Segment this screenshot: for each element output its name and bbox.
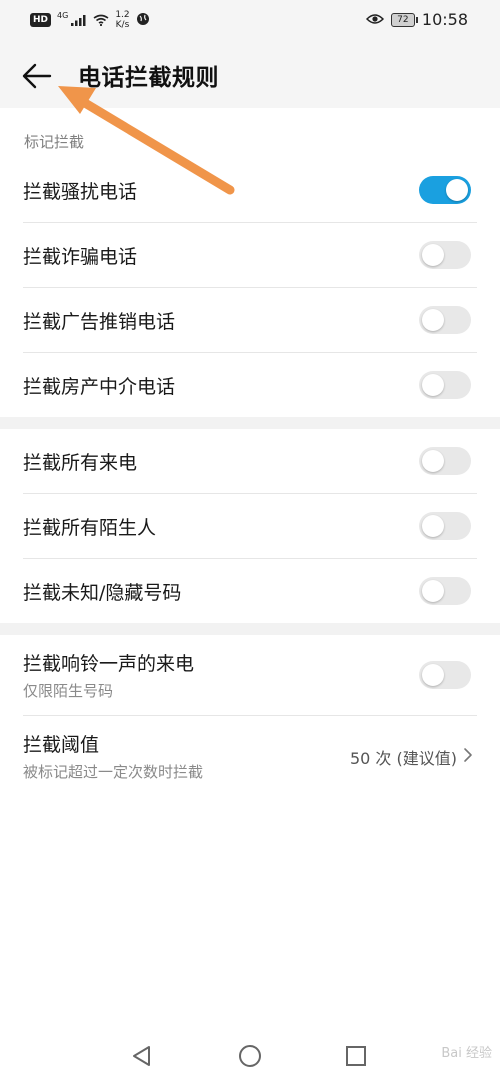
row-label: 拦截阈值 — [23, 734, 100, 756]
toggle-knob — [422, 664, 444, 686]
status-right: 72 10:58 — [365, 10, 468, 29]
toggle-knob — [422, 309, 444, 331]
chevron-right-icon — [463, 747, 473, 767]
row-label: 拦截所有陌生人 — [23, 516, 157, 539]
row-block-real-estate[interactable]: 拦截房产中介电话 — [23, 353, 477, 417]
network-speed: 1.2 K/s — [115, 10, 129, 30]
back-arrow-icon — [20, 63, 56, 98]
row-label: 拦截广告推销电话 — [23, 310, 176, 333]
row-block-ads[interactable]: 拦截广告推销电话 — [23, 288, 477, 353]
page-title: 电话拦截规则 — [78, 65, 219, 91]
globe-icon — [136, 11, 150, 30]
toggle-switch[interactable] — [419, 512, 471, 540]
toggle-switch[interactable] — [419, 577, 471, 605]
circle-home-icon — [236, 1045, 264, 1074]
row-sublabel: 被标记超过一定次数时拦截 — [23, 763, 204, 781]
speed-unit: K/s — [115, 20, 130, 30]
nav-recents-button[interactable] — [342, 1042, 370, 1070]
nav-home-button[interactable] — [236, 1042, 264, 1070]
row-block-fraud[interactable]: 拦截诈骗电话 — [23, 223, 477, 288]
nav-back-button[interactable] — [128, 1042, 156, 1070]
back-button[interactable] — [20, 58, 56, 94]
signal-icon — [71, 11, 87, 30]
threshold-value-group: 50 次 (建议值) — [350, 745, 473, 769]
toggle-knob — [422, 450, 444, 472]
eye-icon — [365, 10, 384, 29]
toggle-knob — [422, 374, 444, 396]
status-left: HD 4G 1.2 K/s — [30, 10, 150, 30]
section-divider — [0, 417, 500, 429]
section-divider — [0, 623, 500, 635]
row-block-ring-once[interactable]: 拦截响铃一声的来电 仅限陌生号码 — [23, 635, 477, 716]
speed-value: 1.2 — [115, 10, 130, 20]
toggle-switch[interactable] — [419, 661, 471, 689]
row-label: 拦截房产中介电话 — [23, 375, 176, 398]
toggle-knob — [422, 244, 444, 266]
toggle-knob — [422, 515, 444, 537]
row-label: 拦截未知/隐藏号码 — [23, 581, 182, 604]
toggle-switch[interactable] — [419, 306, 471, 334]
network-type: 4G — [57, 10, 69, 20]
toggle-switch[interactable] — [419, 241, 471, 269]
settings-content: 标记拦截 拦截骚扰电话 拦截诈骗电话 拦截广告推销电话 拦截房产中介电话 拦截所… — [0, 108, 500, 796]
toggle-knob — [422, 580, 444, 602]
square-recents-icon — [342, 1046, 370, 1074]
row-block-strangers[interactable]: 拦截所有陌生人 — [23, 494, 477, 559]
toggle-switch[interactable] — [419, 176, 471, 204]
watermark: Bai 经验 — [441, 1046, 492, 1061]
row-label: 拦截响铃一声的来电 — [23, 653, 195, 675]
row-block-threshold[interactable]: 拦截阈值 被标记超过一定次数时拦截 50 次 (建议值) — [23, 716, 477, 796]
row-label: 拦截诈骗电话 — [23, 245, 138, 268]
toggle-knob — [446, 179, 468, 201]
triangle-back-icon — [128, 1046, 156, 1074]
battery-indicator: 72 — [390, 12, 418, 27]
hd-badge: HD — [30, 13, 52, 27]
app-bar: 电话拦截规则 — [0, 42, 500, 108]
clock: 10:58 — [421, 10, 468, 29]
row-block-all-calls[interactable]: 拦截所有来电 — [23, 429, 477, 494]
row-block-harassment[interactable]: 拦截骚扰电话 — [23, 158, 477, 223]
row-label: 拦截所有来电 — [23, 451, 138, 474]
toggle-switch[interactable] — [419, 371, 471, 399]
row-block-unknown-numbers[interactable]: 拦截未知/隐藏号码 — [23, 559, 477, 623]
toggle-switch[interactable] — [419, 447, 471, 475]
screen: HD 4G 1.2 K/s 72 10:58 电话拦截规则 标记拦截 拦截骚扰电… — [0, 0, 500, 1084]
navigation-bar — [0, 1028, 500, 1084]
row-sublabel: 仅限陌生号码 — [23, 682, 114, 700]
wifi-icon — [93, 11, 109, 30]
row-label: 拦截骚扰电话 — [23, 180, 138, 203]
status-bar: HD 4G 1.2 K/s 72 10:58 — [0, 0, 500, 42]
threshold-value: 50 次 (建议值) — [349, 749, 457, 768]
section-label: 标记拦截 — [24, 133, 85, 151]
